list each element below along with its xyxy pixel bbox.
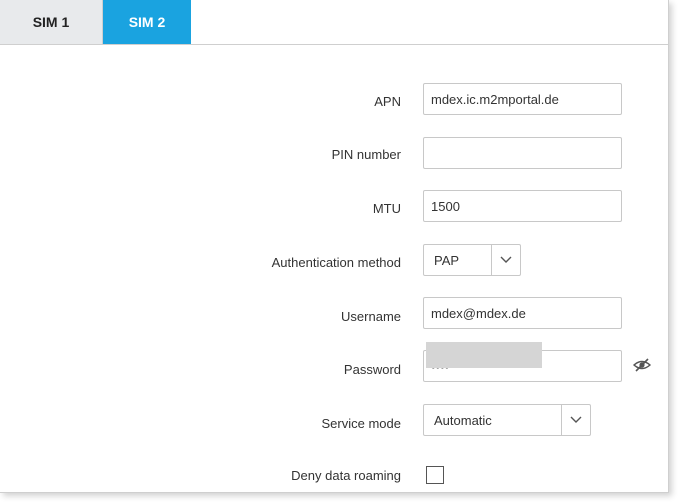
chevron-down-icon[interactable] <box>491 245 520 275</box>
pin-number-input[interactable] <box>423 137 622 169</box>
pin-number-label: PIN number <box>331 147 401 162</box>
username-label: Username <box>341 309 401 324</box>
tab-sim-1[interactable]: SIM 1 <box>0 0 103 44</box>
sim-settings-panel: SIM 1 SIM 2 APN PIN number MTU Authentic… <box>0 0 669 493</box>
service-mode-select[interactable]: Automatic <box>423 404 591 436</box>
sim-tab-bar: SIM 1 SIM 2 <box>0 0 668 45</box>
deny-data-roaming-checkbox[interactable] <box>426 466 444 484</box>
password-label: Password <box>343 362 401 377</box>
tab-sim-2[interactable]: SIM 2 <box>103 0 191 44</box>
apn-input[interactable] <box>423 83 622 115</box>
deny-data-roaming-label: Deny data roaming <box>291 468 401 483</box>
mtu-input[interactable] <box>423 190 622 222</box>
authentication-method-select[interactable]: PAP <box>423 244 521 276</box>
chevron-down-icon[interactable] <box>561 405 590 435</box>
mtu-label: MTU <box>372 201 401 216</box>
username-input[interactable] <box>423 297 622 329</box>
redaction-overlay <box>426 342 542 368</box>
service-mode-label: Service mode <box>321 416 401 431</box>
authentication-method-label: Authentication method <box>271 255 401 270</box>
service-mode-value: Automatic <box>434 412 492 428</box>
apn-label: APN <box>374 94 401 109</box>
authentication-method-value: PAP <box>434 252 460 268</box>
eye-slash-icon[interactable] <box>632 357 652 373</box>
